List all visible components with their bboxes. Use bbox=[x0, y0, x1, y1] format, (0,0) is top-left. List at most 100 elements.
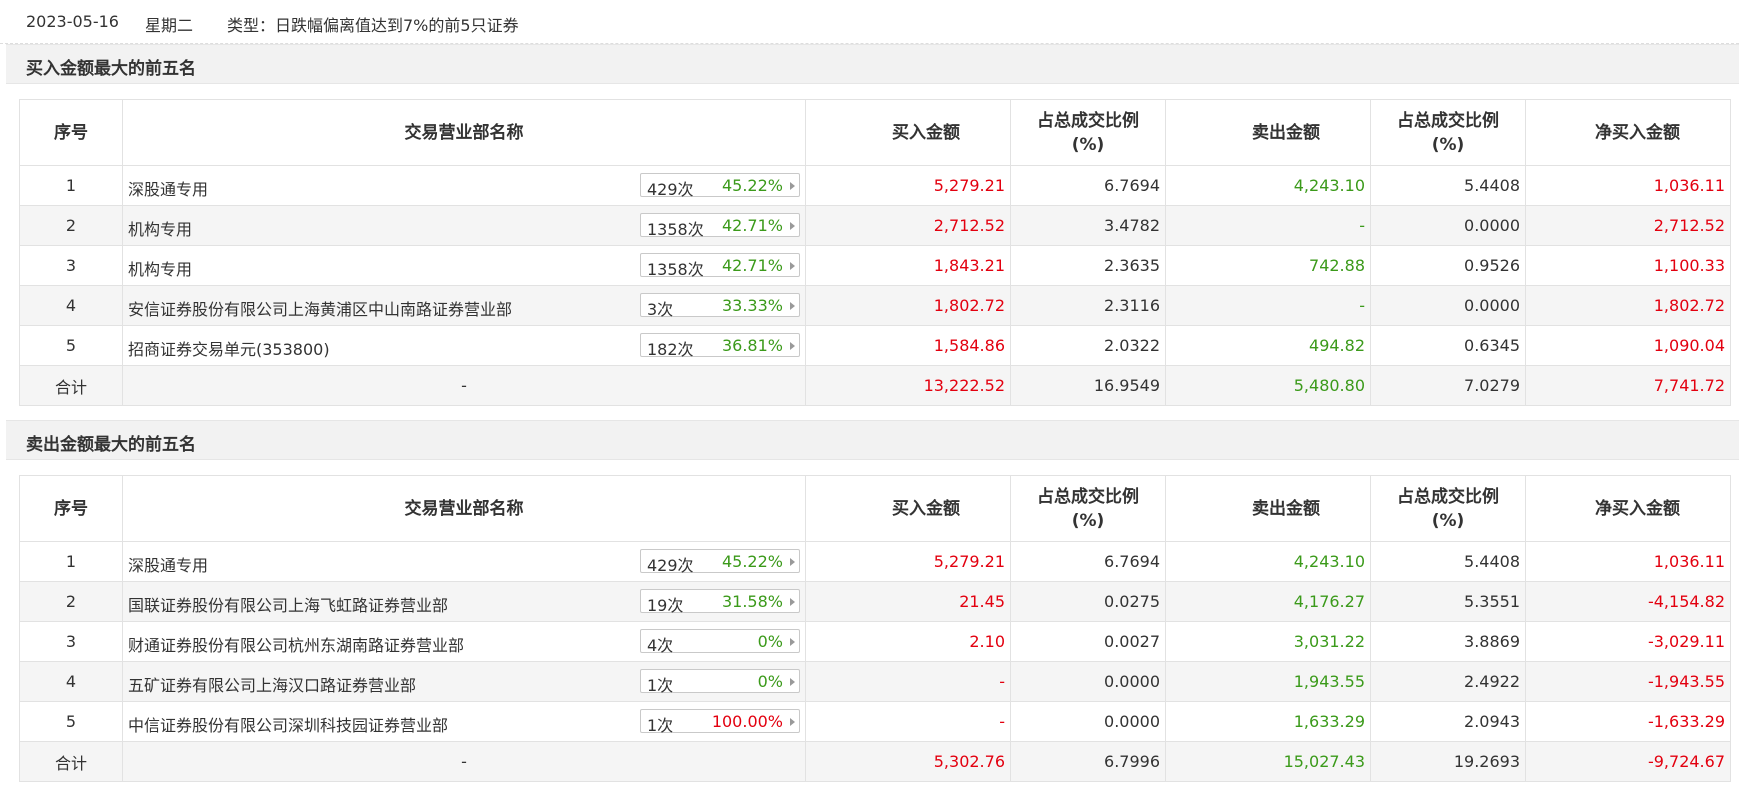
total-buy-amount: 5,302.76 bbox=[805, 741, 1011, 782]
total-sell-ratio: 7.0279 bbox=[1370, 365, 1526, 406]
branch-name-link[interactable]: 财通证券股份有限公司杭州东湖南路证券营业部 bbox=[128, 632, 464, 656]
total-name-cell: - bbox=[122, 741, 806, 782]
buy-amount-cell: 1,584.86 bbox=[805, 325, 1011, 366]
column-header: 占总成交比例 (%) bbox=[1370, 475, 1526, 542]
total-row: 合计 -5,302.76 6.7996 15,027.43 19.2693 -9,724.… bbox=[19, 741, 1731, 782]
branch-stats-badge[interactable]: 19次 31.58% bbox=[640, 589, 800, 615]
sell-amount-cell: 1,943.55 bbox=[1165, 661, 1371, 702]
column-header: 卖出金额 bbox=[1165, 475, 1371, 542]
sell-amount-cell: - bbox=[1165, 205, 1371, 246]
table-row: 5 招商证券交易单元(353800) 182次 36.81% 1,584.86 2.032… bbox=[19, 325, 1731, 366]
branch-name-link[interactable]: 招商证券交易单元(353800) bbox=[128, 336, 330, 360]
total-label: 合计 bbox=[19, 741, 123, 782]
buy-amount-cell: 2,712.52 bbox=[805, 205, 1011, 246]
branch-stats-badge[interactable]: 1次 0% bbox=[640, 669, 800, 695]
net-buy-cell: -3,029.11 bbox=[1525, 621, 1731, 662]
sell-ratio-cell: 5.3551 bbox=[1370, 581, 1526, 622]
branch-stats-badge[interactable]: 1358次 42.71% bbox=[640, 213, 800, 239]
table-header-row: 序号 交易营业部名称 买入金额 占总成交比例 (%) 卖出金额 占总成交比例 (%) 净买入… bbox=[19, 99, 1731, 166]
column-header: 序号 bbox=[19, 475, 123, 542]
branch-stats-badge[interactable]: 182次 36.81% bbox=[640, 333, 800, 359]
buy-ratio-cell: 2.3635 bbox=[1010, 245, 1166, 286]
sell-ratio-cell: 0.0000 bbox=[1370, 285, 1526, 326]
branch-name-cell: 招商证券交易单元(353800) 182次 36.81% bbox=[122, 325, 806, 366]
branch-name-cell: 中信证券股份有限公司深圳科技园证券营业部 1次 100.00% bbox=[122, 701, 806, 742]
buy-ratio-cell: 6.7694 bbox=[1010, 541, 1166, 582]
branch-name-link[interactable]: 机构专用 bbox=[128, 216, 192, 240]
caret-right-icon bbox=[790, 222, 795, 230]
listing-count: 182次 bbox=[647, 340, 694, 359]
buy-amount-cell: 5,279.21 bbox=[805, 541, 1011, 582]
caret-right-icon bbox=[790, 262, 795, 270]
branch-stats-badge[interactable]: 3次 33.33% bbox=[640, 293, 800, 319]
branch-stats-badge[interactable]: 429次 45.22% bbox=[640, 173, 800, 199]
branch-stats-badge[interactable]: 4次 0% bbox=[640, 629, 800, 655]
rank-cell: 2 bbox=[19, 205, 123, 246]
win-rate: 0% bbox=[757, 672, 783, 691]
win-rate: 36.81% bbox=[721, 336, 783, 355]
buy-ratio-cell: 3.4782 bbox=[1010, 205, 1166, 246]
branch-name-link[interactable]: 中信证券股份有限公司深圳科技园证券营业部 bbox=[128, 712, 448, 736]
sell-ratio-cell: 5.4408 bbox=[1370, 541, 1526, 582]
branch-name-link[interactable]: 深股通专用 bbox=[128, 552, 208, 576]
branch-name-link[interactable]: 机构专用 bbox=[128, 256, 192, 280]
win-rate: 100.00% bbox=[711, 712, 783, 731]
buy-ratio-cell: 0.0275 bbox=[1010, 581, 1166, 622]
rank-cell: 2 bbox=[19, 581, 123, 622]
info-bar: 2023-05-16 星期二 类型：日跌幅偏离值达到7%的前5只证券 bbox=[0, 0, 1739, 44]
buy-amount-cell: 5,279.21 bbox=[805, 165, 1011, 206]
total-name-cell: - bbox=[122, 365, 806, 406]
sell-ratio-cell: 2.0943 bbox=[1370, 701, 1526, 742]
buy-ratio-cell: 6.7694 bbox=[1010, 165, 1166, 206]
win-rate: 0% bbox=[757, 632, 783, 651]
net-buy-cell: -4,154.82 bbox=[1525, 581, 1731, 622]
total-sell-amount: 5,480.80 bbox=[1165, 365, 1371, 406]
net-buy-cell: 1,036.11 bbox=[1525, 165, 1731, 206]
branch-name-link[interactable]: 国联证券股份有限公司上海飞虹路证券营业部 bbox=[128, 592, 448, 616]
branch-name-cell: 五矿证券有限公司上海汉口路证券营业部 1次 0% bbox=[122, 661, 806, 702]
listing-count: 4次 bbox=[647, 636, 674, 655]
buy-amount-cell: 1,843.21 bbox=[805, 245, 1011, 286]
weekday-text: 星期二 bbox=[145, 16, 194, 35]
branch-name-cell: 机构专用 1358次 42.71% bbox=[122, 205, 806, 246]
branch-name-cell: 深股通专用 429次 45.22% bbox=[122, 165, 806, 206]
sell-amount-cell: 4,176.27 bbox=[1165, 581, 1371, 622]
table-row: 3 财通证券股份有限公司杭州东湖南路证券营业部 4次 0% 2.10 0.0027 3,03… bbox=[19, 621, 1731, 662]
sell-amount-cell: 742.88 bbox=[1165, 245, 1371, 286]
branch-name-link[interactable]: 五矿证券有限公司上海汉口路证券营业部 bbox=[128, 672, 416, 696]
branch-name-cell: 深股通专用 429次 45.22% bbox=[122, 541, 806, 582]
table-row: 1 深股通专用 429次 45.22% 5,279.21 6.7694 4,243.10 5.… bbox=[19, 165, 1731, 206]
branch-stats-badge[interactable]: 1次 100.00% bbox=[640, 709, 800, 735]
rank-cell: 4 bbox=[19, 285, 123, 326]
caret-right-icon bbox=[790, 558, 795, 566]
buy-ratio-cell: 0.0027 bbox=[1010, 621, 1166, 662]
caret-right-icon bbox=[790, 182, 795, 190]
total-label: 合计 bbox=[19, 365, 123, 406]
table-row: 5 中信证券股份有限公司深圳科技园证券营业部 1次 100.00% -0.0000 1,6… bbox=[19, 701, 1731, 742]
branch-name-cell: 国联证券股份有限公司上海飞虹路证券营业部 19次 31.58% bbox=[122, 581, 806, 622]
buy-ratio-cell: 0.0000 bbox=[1010, 661, 1166, 702]
total-net-buy: -9,724.67 bbox=[1525, 741, 1731, 782]
sell-ratio-cell: 0.9526 bbox=[1370, 245, 1526, 286]
listing-count: 1358次 bbox=[647, 260, 704, 279]
buy-section-title: 买入金额最大的前五名 bbox=[26, 59, 196, 79]
branch-stats-badge[interactable]: 1358次 42.71% bbox=[640, 253, 800, 279]
column-header: 交易营业部名称 bbox=[122, 475, 806, 542]
column-header: 卖出金额 bbox=[1165, 99, 1371, 166]
branch-stats-badge[interactable]: 429次 45.22% bbox=[640, 549, 800, 575]
win-rate: 33.33% bbox=[721, 296, 783, 315]
total-sell-amount: 15,027.43 bbox=[1165, 741, 1371, 782]
table-row: 2 国联证券股份有限公司上海飞虹路证券营业部 19次 31.58% 21.45 0.027… bbox=[19, 581, 1731, 622]
net-buy-cell: 2,712.52 bbox=[1525, 205, 1731, 246]
net-buy-cell: 1,100.33 bbox=[1525, 245, 1731, 286]
total-buy-amount: 13,222.52 bbox=[805, 365, 1011, 406]
branch-name-cell: 财通证券股份有限公司杭州东湖南路证券营业部 4次 0% bbox=[122, 621, 806, 662]
net-buy-cell: 1,090.04 bbox=[1525, 325, 1731, 366]
branch-name-link[interactable]: 深股通专用 bbox=[128, 176, 208, 200]
caret-right-icon bbox=[790, 302, 795, 310]
net-buy-cell: 1,802.72 bbox=[1525, 285, 1731, 326]
total-buy-ratio: 6.7996 bbox=[1010, 741, 1166, 782]
branch-name-link[interactable]: 安信证券股份有限公司上海黄浦区中山南路证券营业部 bbox=[128, 296, 512, 320]
buy-section-header: 买入金额最大的前五名 bbox=[6, 44, 1739, 84]
table-header-row: 序号 交易营业部名称 买入金额 占总成交比例 (%) 卖出金额 占总成交比例 (%) 净买入… bbox=[19, 475, 1731, 542]
